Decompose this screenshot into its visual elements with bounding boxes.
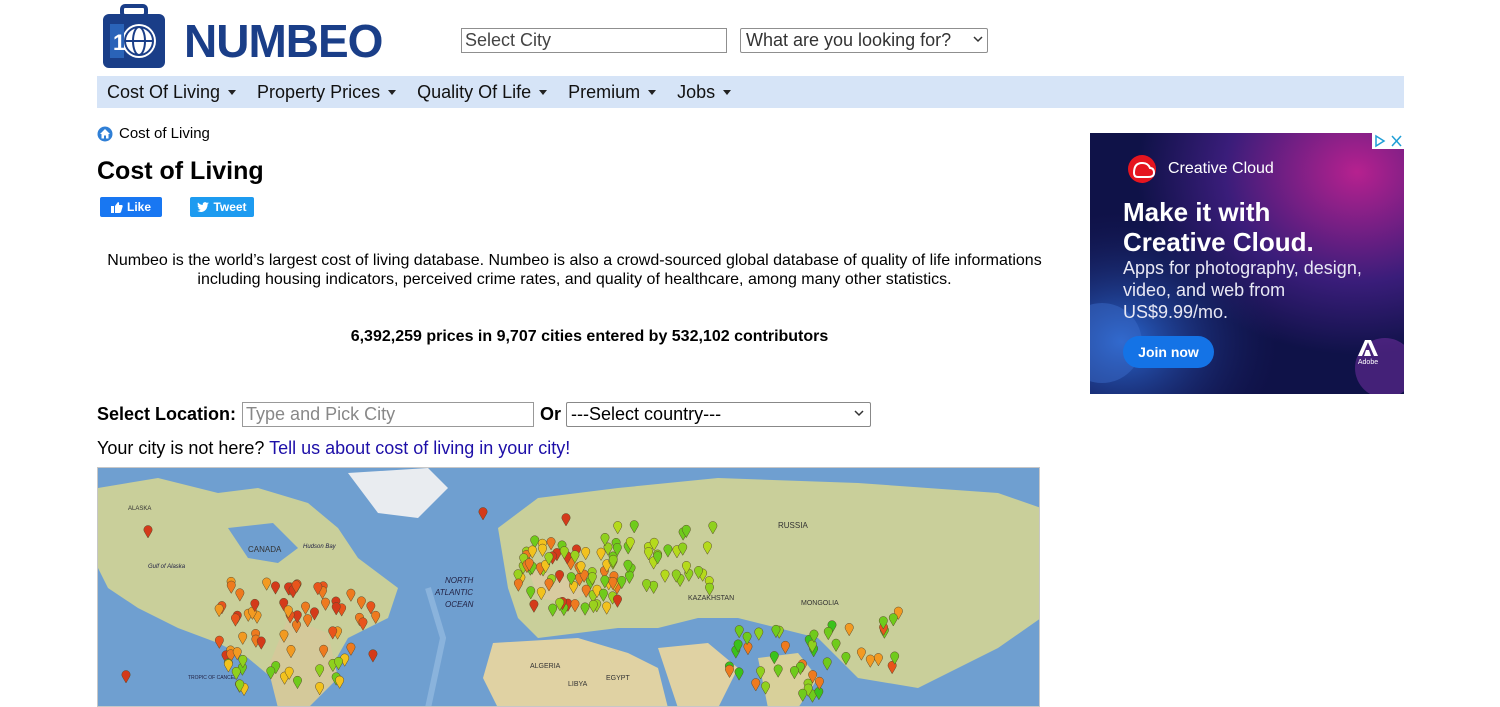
world-map-image: ALASKA CANADA Hudson Bay NORTH ATLANTIC …: [98, 468, 1039, 706]
thumbs-up-icon: [110, 201, 123, 213]
adobe-icon: [1358, 340, 1378, 356]
map-label-atlantic: ATLANTIC: [434, 588, 473, 597]
nav-quality-of-life[interactable]: Quality Of Life: [417, 81, 548, 103]
caret-down-icon: [228, 90, 237, 96]
tweet-label: Tweet: [213, 200, 247, 214]
location-row: Select Location: Or ---Select country---: [97, 402, 872, 427]
caret-down-icon: [723, 90, 732, 96]
stats-text: 6,392,259 prices in 9,707 cities entered…: [350, 328, 829, 345]
select-city-input[interactable]: [461, 28, 727, 53]
map-label-kazakhstan: KAZAKHSTAN: [688, 595, 734, 602]
nav-property-prices[interactable]: Property Prices: [257, 81, 397, 103]
map-label-mongolia: MONGOLIA: [801, 600, 839, 607]
intro-text: Numbeo is the world’s largest cost of li…: [107, 252, 1042, 288]
looking-for-select[interactable]: What are you looking for?: [740, 28, 988, 53]
nav-label: Property Prices: [257, 81, 381, 102]
nav-label: Cost Of Living: [107, 81, 221, 102]
map-label-ocean: OCEAN: [445, 600, 474, 609]
home-icon[interactable]: [97, 126, 113, 142]
map-label-libya: LIBYA: [568, 681, 588, 688]
ad-headline-line-2: Creative Cloud.: [1123, 227, 1314, 257]
main-nav: Cost Of Living Property Prices Quality O…: [97, 76, 1404, 108]
tweet-button[interactable]: Tweet: [190, 197, 254, 217]
svg-text:1: 1: [113, 30, 125, 55]
twitter-bird-icon: [197, 202, 210, 212]
page-title: Cost of Living: [97, 157, 264, 185]
map-label-alaska: ALASKA: [128, 506, 151, 512]
nav-cost-of-living[interactable]: Cost Of Living: [107, 81, 237, 103]
breadcrumb: Cost of Living: [97, 125, 210, 142]
ad-choices-icon[interactable]: [1372, 133, 1404, 149]
ad-brand: Creative Cloud: [1168, 160, 1274, 177]
like-label: Like: [126, 200, 151, 214]
facebook-like-button[interactable]: Like: [100, 197, 162, 217]
nav-label: Quality Of Life: [417, 81, 532, 102]
map-label-north: NORTH: [445, 576, 474, 585]
map-label-hudson: Hudson Bay: [303, 544, 337, 550]
nav-label: Jobs: [677, 81, 716, 102]
logo-text: NUMBEO: [184, 15, 383, 67]
creative-cloud-ad[interactable]: Creative Cloud Make it with Creative Clo…: [1090, 133, 1404, 394]
nav-premium[interactable]: Premium: [568, 81, 657, 103]
adchoices-close-icon: [1375, 134, 1402, 148]
breadcrumb-label: Cost of Living: [119, 125, 210, 142]
map-label-algeria: ALGERIA: [530, 663, 561, 670]
map-label-tropic: TROPIC OF CANCER: [188, 675, 238, 681]
caret-down-icon: [388, 90, 397, 96]
country-select[interactable]: ---Select country---: [566, 402, 872, 427]
tell-us-link[interactable]: Tell us about cost of living in your cit…: [269, 438, 570, 458]
city-search-input[interactable]: [242, 402, 535, 427]
ad-subtext: Apps for photography, design, video, and…: [1123, 258, 1362, 322]
caret-down-icon: [539, 90, 548, 96]
looking-for-value: What are you looking for?: [746, 30, 952, 50]
city-missing-notice: Your city is not here? Tell us about cos…: [97, 438, 570, 459]
adobe-label: Adobe: [1357, 359, 1379, 366]
chevron-down-icon: [973, 36, 983, 43]
country-select-value: ---Select country---: [571, 404, 722, 424]
map-label-canada: CANADA: [248, 545, 282, 554]
nav-label: Premium: [568, 81, 641, 102]
notice-prefix: Your city is not here?: [97, 438, 265, 458]
or-label: Or: [540, 404, 562, 424]
ad-headline: Make it with Creative Cloud.: [1123, 197, 1314, 257]
map-label-egypt: EGYPT: [606, 675, 630, 682]
map-label-russia: RUSSIA: [778, 521, 808, 530]
ad-headline-line-1: Make it with: [1123, 197, 1271, 227]
numbeo-logo[interactable]: 1 NUMBEO: [102, 4, 392, 70]
chevron-down-icon: [854, 410, 864, 417]
world-map[interactable]: ALASKA CANADA Hudson Bay NORTH ATLANTIC …: [97, 467, 1040, 707]
caret-down-icon: [648, 90, 657, 96]
suitcase-globe-icon: 1: [103, 4, 165, 68]
join-now-button[interactable]: Join now: [1123, 336, 1214, 368]
nav-jobs[interactable]: Jobs: [677, 81, 732, 103]
select-location-label: Select Location:: [97, 404, 237, 424]
map-label-gulf-alaska: Gulf of Alaska: [148, 564, 186, 570]
adobe-logo: Adobe: [1356, 339, 1380, 366]
